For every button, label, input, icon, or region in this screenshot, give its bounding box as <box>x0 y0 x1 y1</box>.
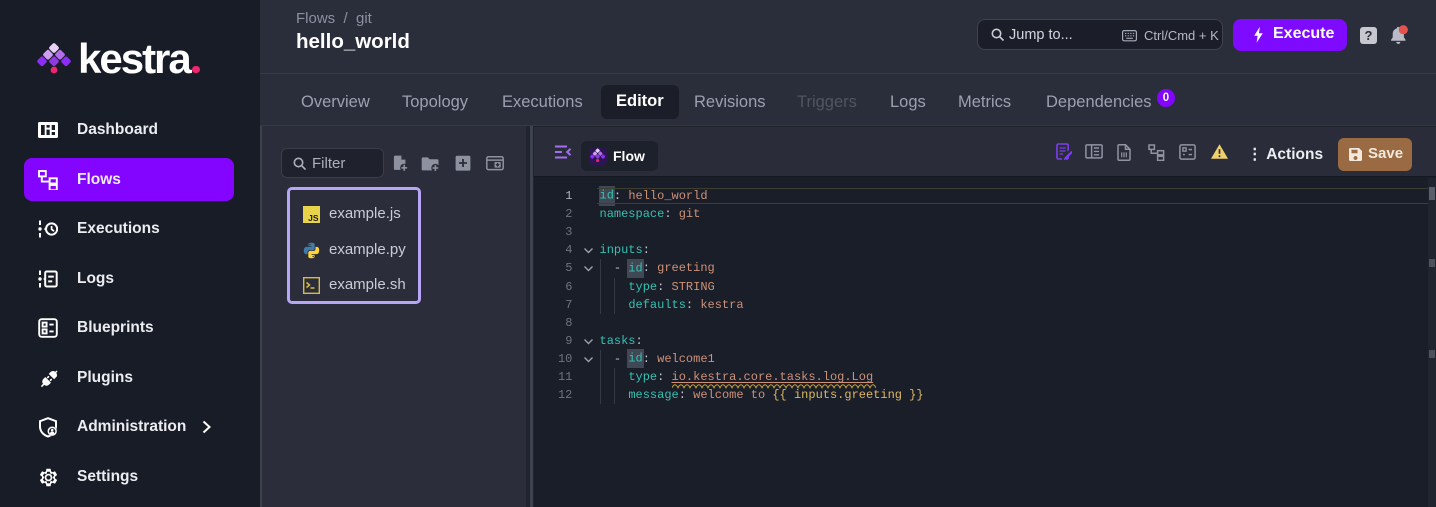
svg-text:JS: JS <box>308 213 319 223</box>
